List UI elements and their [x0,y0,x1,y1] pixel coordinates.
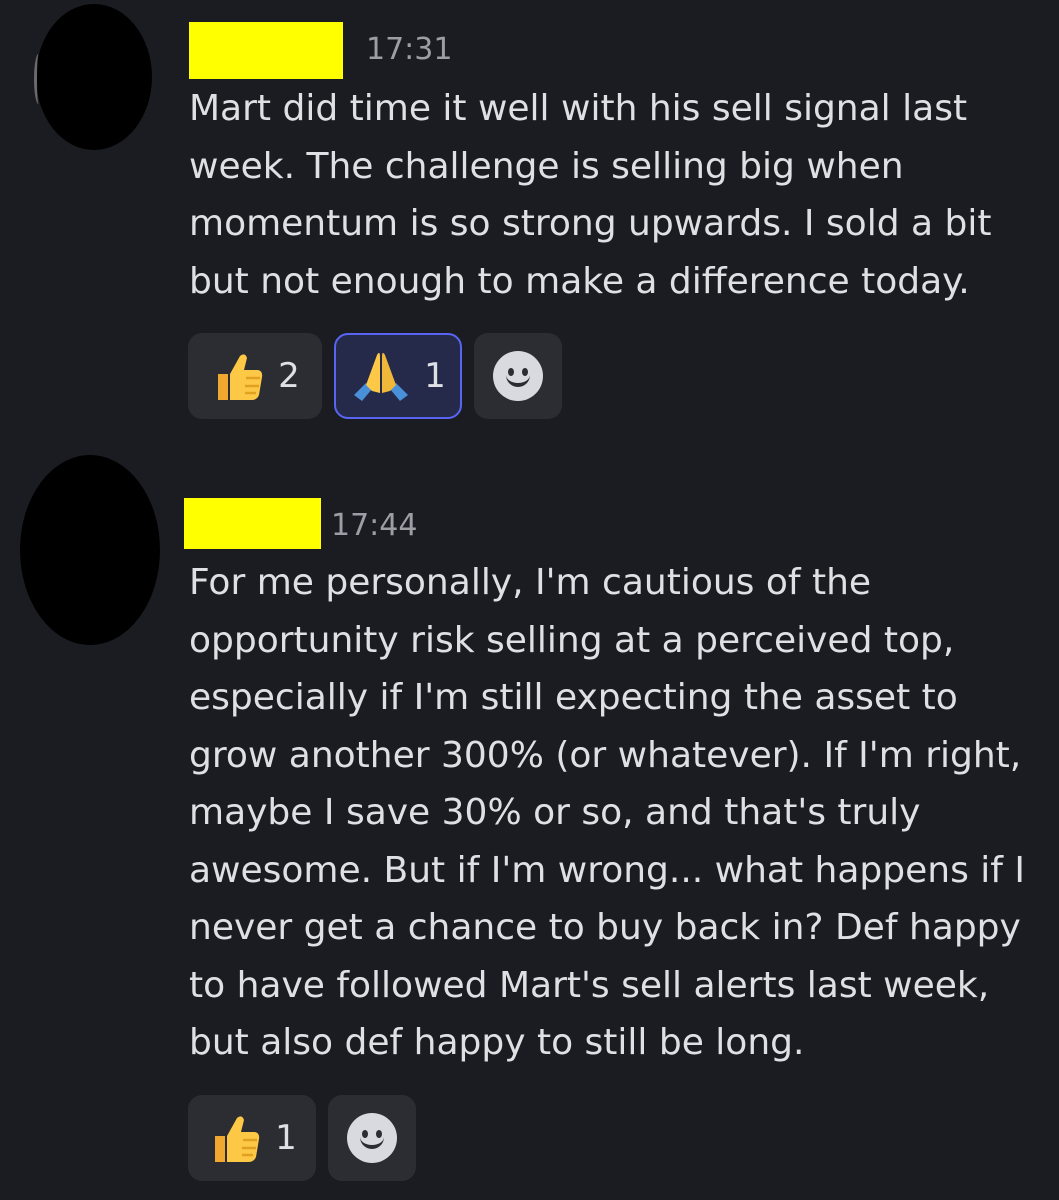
redacted-username[interactable] [184,498,321,549]
message-timestamp: 17:44 [331,508,418,543]
add-reaction-button[interactable] [328,1095,416,1181]
avatar[interactable] [20,455,160,645]
reaction-count: 1 [275,1118,297,1158]
reaction-bar: 1 [188,1095,416,1181]
chat-message-2: 17:44 For me personally, I'm cautious of… [0,0,1059,1200]
thumbs-up-icon [215,1116,260,1162]
add-reaction-smiley-icon [347,1113,397,1163]
message-text: For me personally, I'm cautious of the o… [189,562,1026,1063]
reaction-thumbs-up[interactable]: 1 [188,1095,316,1181]
